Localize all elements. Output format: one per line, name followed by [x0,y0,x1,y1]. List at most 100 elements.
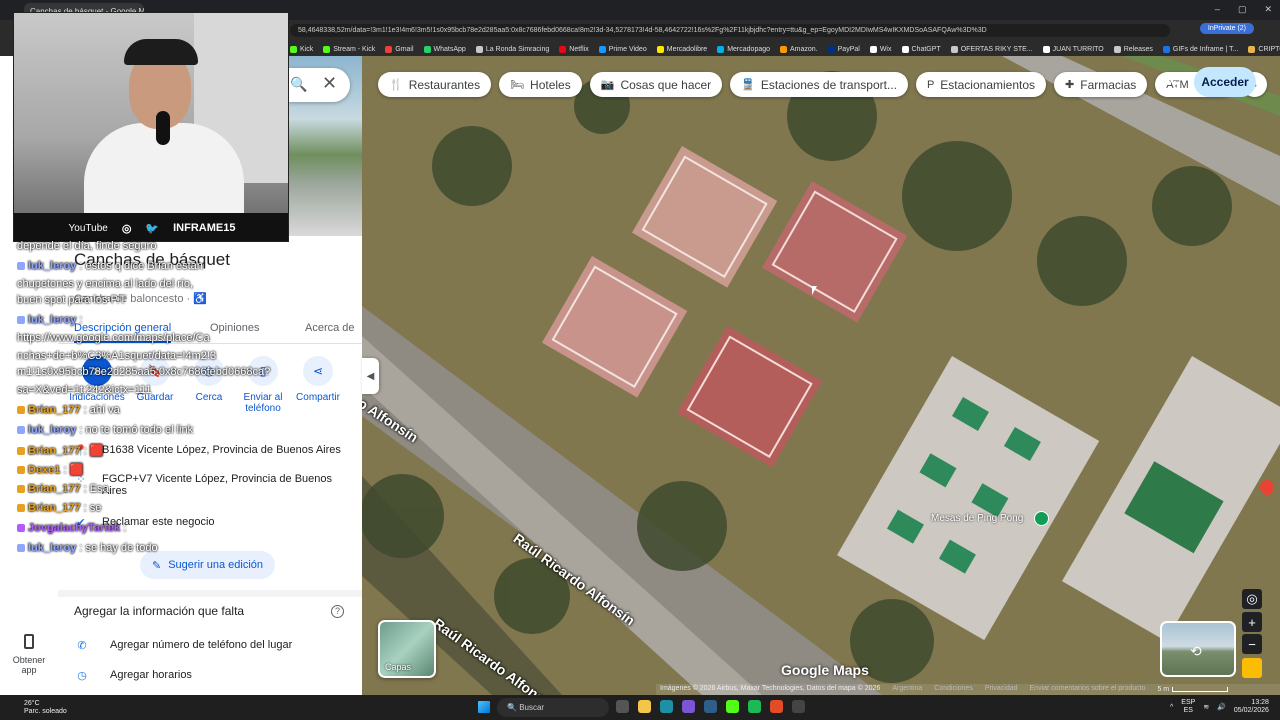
chat-username[interactable]: luk_leroy [28,314,76,326]
chat-username[interactable]: Brian_177 [28,502,81,514]
get-app-button[interactable]: Obtener app [4,634,54,675]
street-view-thumbnail[interactable]: ⟲ [1160,621,1236,677]
windows-start-icon[interactable] [478,701,490,713]
clock[interactable]: 13:28 05/02/2026 [1234,699,1269,715]
url-field[interactable]: 58,4648338,52m/data=!3m1!1e3!4m6!3m5!1s0… [290,24,1170,37]
bookmark-item[interactable]: Mercadopago [717,43,770,56]
bookmark-item[interactable]: Prime Video [598,43,647,56]
zoom-in-button[interactable]: + [1242,612,1262,632]
chat-username[interactable]: Dexe1 [28,464,60,476]
steam-icon[interactable] [704,700,717,713]
category-chip[interactable]: 🚆 Estaciones de transport... [730,72,908,97]
chat-username[interactable]: Brian_177 [28,483,81,495]
zoom-out-button[interactable]: − [1242,634,1262,654]
search-box[interactable]: 🔍 ✕ [288,68,350,102]
chat-username[interactable]: Brian_177 [28,445,81,457]
bookmark-item[interactable]: WhatsApp [423,43,466,56]
taskbar-search[interactable]: 🔍 Buscar [497,698,609,717]
bookmark-item[interactable]: JUAN TURRITO [1042,43,1104,56]
map-scale[interactable]: 5 m [1157,685,1229,694]
webcam-cap [124,39,198,65]
send-to-phone-button[interactable]: ▯ Enviar al teléfono [234,356,292,414]
bookmark-favicon-icon [901,46,909,53]
poi-label[interactable]: Mesas de Ping Pong [931,513,1023,524]
app-icon[interactable] [770,700,783,713]
poi-pin-icon[interactable] [1034,511,1049,526]
bookmark-item[interactable]: Releases [1113,43,1153,56]
weather-widget[interactable]: 26°C Parc. soleado [24,700,67,716]
suggest-edit-button[interactable]: ✎ Sugerir una edición [140,551,276,579]
add-hours-row[interactable]: ◷ Agregar horarios [74,669,192,682]
chat-text: : 🟥 [63,464,84,476]
footer-link-feedback[interactable]: Enviar comentarios sobre el producto [1030,685,1146,694]
footer-link-country[interactable]: Argentina [892,685,922,694]
task-view-icon[interactable] [616,700,629,713]
address-text: B1638 Vicente López, Provincia de Buenos… [102,444,341,456]
maximize-icon[interactable]: ▢ [1238,4,1247,15]
file-explorer-icon[interactable] [638,700,651,713]
add-phone-row[interactable]: ✆ Agregar número de teléfono del lugar [74,639,292,652]
share-button[interactable]: ⋖ Compartir [289,356,347,403]
kick-icon[interactable] [726,700,739,713]
footer-link-privacy[interactable]: Privacidad [985,685,1018,694]
bookmark-item[interactable]: PayPal [827,43,860,56]
layers-button[interactable]: Capas [378,620,436,678]
bookmark-item[interactable]: Mercadolibre [656,43,707,56]
bookmark-item[interactable]: Kick [290,43,313,56]
plus-code-row[interactable]: ⁘ FGCP+V7 Vicente López, Provincia de Bue… [74,473,354,497]
bookmark-item[interactable]: La Ronda Simracing [475,43,549,56]
bookmark-item[interactable]: ChatGPT [901,43,941,56]
bookmark-item[interactable]: GIFs de Inframe | T... [1162,43,1238,56]
close-window-icon[interactable]: ✕ [1264,4,1272,15]
chat-username[interactable]: JovgalachyTartek [28,522,120,534]
category-chip[interactable]: 🍴 Restaurantes [378,72,492,97]
bookmark-item[interactable]: Wix [869,43,892,56]
chat-username[interactable]: luk_leroy [28,260,76,272]
chat-username[interactable]: luk_leroy [28,424,76,436]
bookmark-item[interactable]: Gmail [385,43,414,56]
action-label: Cerca [195,392,223,403]
tray-chevron-icon[interactable]: ^ [1170,704,1173,711]
chat-message: luk_leroy : se hay de todo [17,542,158,554]
bookmark-item[interactable]: Stream - Kick [323,43,375,56]
tab-reviews[interactable]: Opiniones [210,322,260,334]
wifi-icon[interactable]: ≋ [1203,703,1209,711]
language-indicator[interactable]: ESP ES [1181,699,1195,715]
collapse-panel-button[interactable]: ◀ [362,358,379,394]
category-chip[interactable]: ✚ Farmacias [1054,72,1148,97]
google-apps-icon[interactable] [1160,74,1177,91]
taskbar-apps [616,700,805,713]
bookmark-item[interactable]: OFERTAS RIKY STE... [950,43,1033,56]
close-icon[interactable]: ✕ [322,73,337,94]
volume-icon[interactable]: 🔊 [1217,703,1226,711]
chat-message: https://www.google.com/maps/place/Ca [17,332,210,344]
minimize-icon[interactable]: – [1215,4,1220,15]
inprivate-badge[interactable]: InPrivate (2) [1199,23,1254,34]
bookmark-item[interactable]: CRIPTO [1248,43,1280,56]
search-icon[interactable]: 🔍 [290,76,307,93]
my-location-icon[interactable]: ◎ [1242,589,1262,609]
tab-about[interactable]: Acerca de [305,322,355,334]
footer-link-terms[interactable]: Condiciones [934,685,973,694]
category-chip[interactable]: 🛏 Hoteles [499,72,582,97]
address-row[interactable]: 📍 B1638 Vicente López, Provincia de Bueno… [74,444,354,457]
pegman-icon[interactable] [1242,658,1262,678]
spotify-icon[interactable] [748,700,761,713]
app-icon[interactable] [792,700,805,713]
twitter-icon: 🐦 [145,222,160,235]
bookmark-item[interactable]: Amazon. [780,43,818,56]
chat-username[interactable]: luk_leroy [28,542,76,554]
bookmark-item[interactable]: Netflix [559,43,589,56]
chat-username[interactable]: Brian_177 [28,404,81,416]
sign-in-button[interactable]: Acceder [1194,67,1256,97]
nearby-button[interactable]: ◎ Cerca [180,356,238,403]
bookmark-favicon-icon [385,46,393,53]
edge-icon[interactable] [660,700,673,713]
satellite-map[interactable] [362,56,1280,695]
category-chip[interactable]: 📷 Cosas que hacer [589,72,723,97]
section-divider [58,590,362,597]
category-chip[interactable]: P Estacionamientos [915,72,1047,97]
discord-icon[interactable] [682,700,695,713]
hotel-icon: 🛏 [510,79,525,91]
help-icon[interactable]: ? [331,605,344,618]
